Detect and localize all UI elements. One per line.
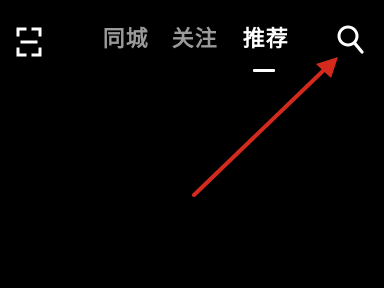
- scan-icon: [16, 27, 42, 57]
- search-icon: [337, 25, 364, 54]
- tab-following[interactable]: 关注: [172, 25, 218, 55]
- top-navigation-bar: 同城 关注 推荐: [0, 0, 384, 84]
- tab-local[interactable]: 同城: [103, 25, 149, 55]
- tab-recommended[interactable]: 推荐: [243, 25, 289, 55]
- search-button[interactable]: [334, 22, 366, 56]
- arrow-shaft: [192, 66, 328, 197]
- app-screen: 同城 关注 推荐: [0, 0, 384, 288]
- scan-button[interactable]: [14, 24, 44, 60]
- active-tab-indicator: [253, 69, 275, 72]
